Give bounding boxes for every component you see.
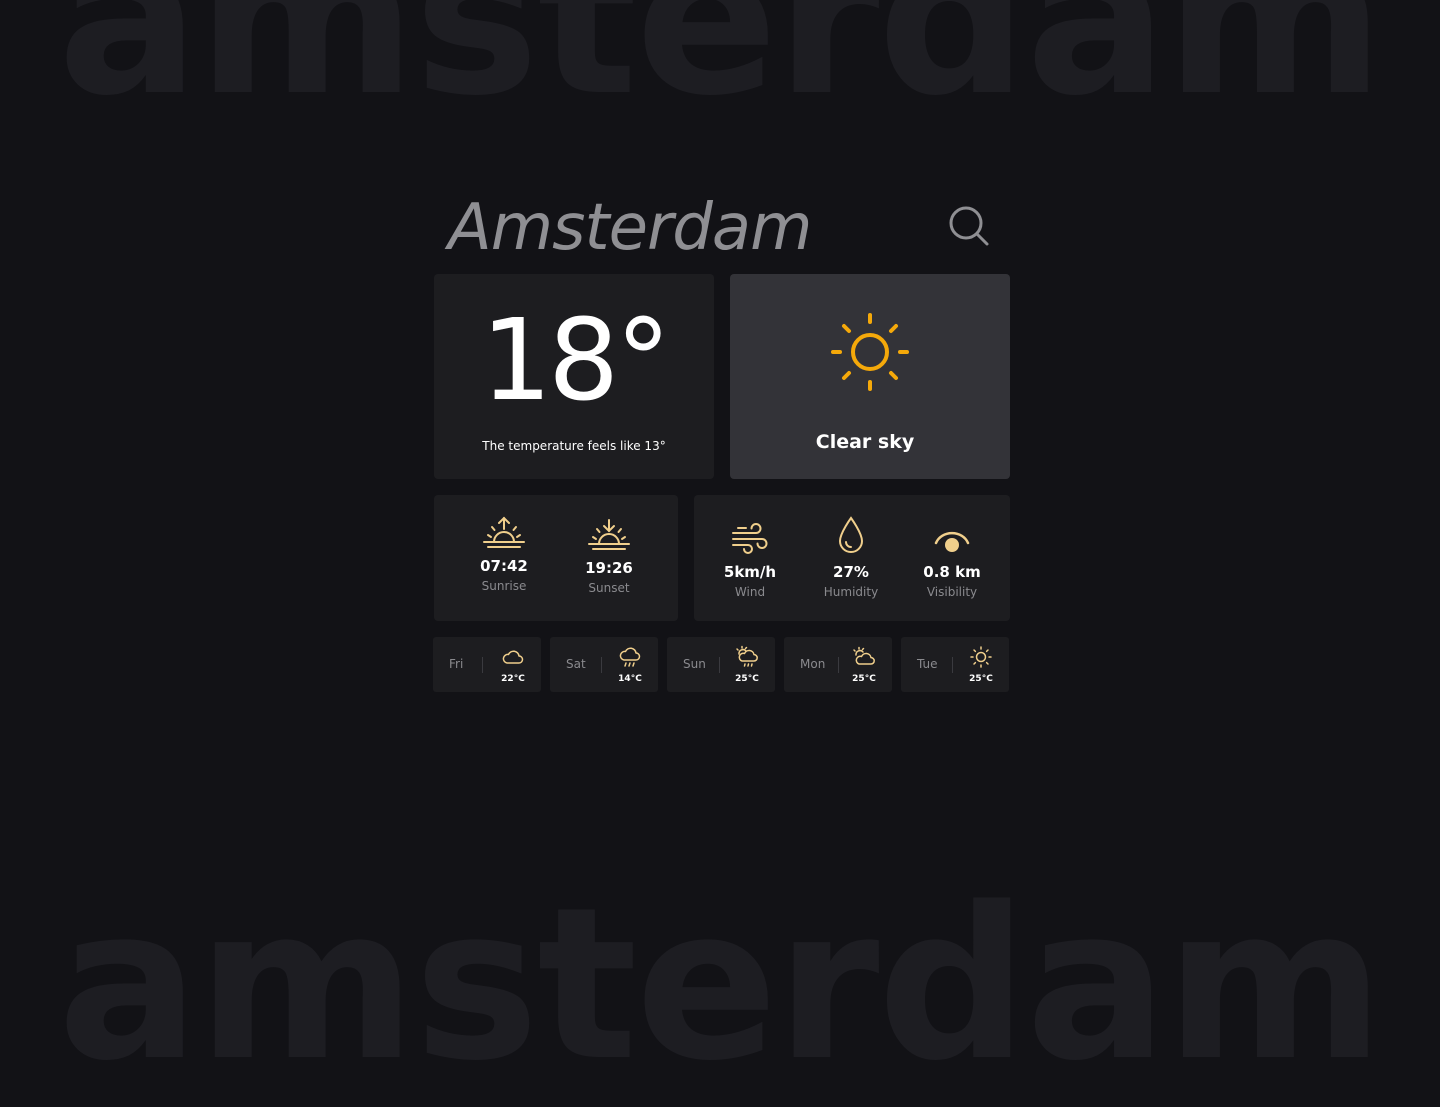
sunset-label: Sunset xyxy=(588,581,630,595)
sunset-icon xyxy=(588,519,630,550)
forecast-day-mon[interactable]: Mon 25°C xyxy=(784,637,892,692)
forecast-day-tue[interactable]: Tue 25°C xyxy=(901,637,1009,692)
background-watermark-top: amsterdam xyxy=(57,0,1385,142)
condition-label: Clear sky xyxy=(815,431,915,453)
visibility-stat: 0.8 km Visibility xyxy=(902,511,1002,599)
sunrise-value: 07:42 xyxy=(480,557,528,575)
humidity-stat: 27% Humidity xyxy=(801,511,901,599)
forecast-divider xyxy=(838,657,839,673)
partly-cloudy-icon xyxy=(853,646,875,665)
forecast-day-fri[interactable]: Fri 22°C xyxy=(433,637,541,692)
forecast-day-label: Fri xyxy=(449,657,464,671)
forecast-day-label: Tue xyxy=(917,657,938,671)
visibility-value: 0.8 km xyxy=(923,563,981,581)
wind-stat: 5km/h Wind xyxy=(700,511,800,599)
sunrise-stat: 07:42 Sunrise xyxy=(454,505,554,593)
sun-icon xyxy=(831,313,909,391)
humidity-value: 27% xyxy=(833,563,869,581)
forecast-divider xyxy=(719,657,720,673)
sunset-stat: 19:26 Sunset xyxy=(559,507,659,595)
cloud-icon xyxy=(502,650,524,664)
forecast-temp: 25°C xyxy=(969,674,993,684)
sun-icon xyxy=(970,646,992,668)
forecast-temp: 25°C xyxy=(735,674,759,684)
forecast-divider xyxy=(482,657,483,673)
forecast-day-sat[interactable]: Sat 14°C xyxy=(550,637,658,692)
forecast-day-label: Sun xyxy=(683,657,706,671)
forecast-temp: 25°C xyxy=(852,674,876,684)
conditions-stats-card: 5km/h Wind 27% Humidity 0.8 km Visibilit… xyxy=(694,495,1010,621)
humidity-label: Humidity xyxy=(823,585,879,599)
condition-card: Clear sky xyxy=(730,274,1010,479)
sun-rain-cloud-icon xyxy=(736,645,758,667)
forecast-day-label: Mon xyxy=(800,657,826,671)
city-title: Amsterdam xyxy=(448,191,812,265)
droplet-icon xyxy=(838,516,864,553)
forecast-day-sun[interactable]: Sun 25°C xyxy=(667,637,775,692)
rain-cloud-icon xyxy=(619,647,641,667)
search-icon xyxy=(949,206,989,246)
forecast-day-label: Sat xyxy=(566,657,586,671)
feels-like-text: The temperature feels like 13° xyxy=(482,439,666,453)
eye-icon xyxy=(934,531,970,552)
forecast-temp: 14°C xyxy=(618,674,642,684)
search-button[interactable] xyxy=(944,202,992,250)
sunrise-icon xyxy=(483,516,525,548)
temperature-value: 18° xyxy=(480,296,672,426)
sun-times-card: 07:42 Sunrise 19:26 Sunset xyxy=(434,495,678,621)
temperature-card: 18° The temperature feels like 13° xyxy=(434,274,714,479)
visibility-label: Visibility xyxy=(926,585,978,599)
sunrise-label: Sunrise xyxy=(481,579,527,593)
forecast-temp: 22°C xyxy=(501,674,525,684)
forecast-divider xyxy=(952,657,953,673)
forecast-divider xyxy=(601,657,602,673)
sunset-value: 19:26 xyxy=(585,559,633,577)
wind-value: 5km/h xyxy=(723,563,777,581)
background-watermark-bottom: amsterdam xyxy=(57,862,1385,1107)
wind-label: Wind xyxy=(734,585,766,599)
wind-icon xyxy=(732,523,768,554)
